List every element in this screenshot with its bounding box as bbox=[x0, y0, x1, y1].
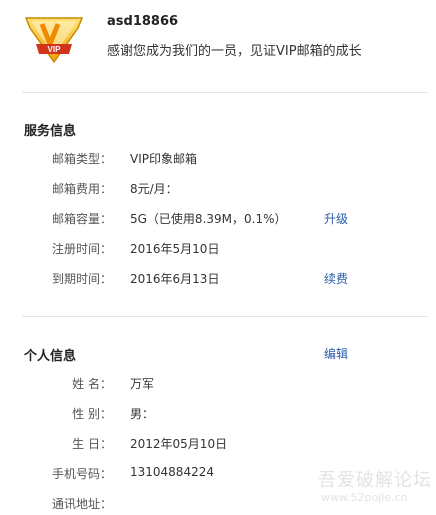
vip-badge-text: VIP bbox=[48, 45, 62, 54]
upgrade-link[interactable]: 升级 bbox=[324, 210, 348, 227]
row-label: 通讯地址： bbox=[51, 497, 112, 511]
personal-info-title: 个人信息 bbox=[24, 349, 77, 364]
row-value: 男： bbox=[130, 407, 155, 421]
row-label: 手机号码： bbox=[51, 467, 112, 481]
service-row-expire-date: 到期时间： 2016年6月13日 续费 bbox=[0, 270, 436, 290]
row-label: 性 别： bbox=[72, 407, 112, 421]
personal-row-birthday: 生 日： 2012年05月10日 bbox=[0, 435, 436, 455]
row-label: 到期时间： bbox=[51, 272, 112, 286]
row-value: 万军 bbox=[130, 377, 155, 391]
welcome-tagline: 感谢您成为我们的一员，见证VIP邮箱的成长 bbox=[107, 44, 362, 59]
row-label: 邮箱类型： bbox=[51, 152, 112, 166]
row-label: 注册时间： bbox=[51, 242, 112, 256]
row-value: 2016年5月10日 bbox=[130, 242, 220, 256]
row-label: 姓 名： bbox=[72, 377, 112, 391]
watermark-url: www.52pojie.cn bbox=[321, 491, 408, 504]
service-row-mailbox-fee: 邮箱费用： 8元/月： bbox=[0, 180, 436, 200]
service-row-mailbox-type: 邮箱类型： VIP印象邮箱 bbox=[0, 150, 436, 170]
row-label: 邮箱容量： bbox=[51, 212, 112, 226]
row-value: 2012年05月10日 bbox=[130, 437, 228, 451]
service-row-mailbox-capacity: 邮箱容量： 5G（已使用8.39M，0.1%） 升级 bbox=[0, 210, 436, 230]
renew-link[interactable]: 续费 bbox=[324, 270, 348, 287]
row-value: 2016年6月13日 bbox=[130, 272, 220, 286]
watermark-title: 吾爱破解论坛 bbox=[318, 470, 432, 491]
row-label: 邮箱费用： bbox=[51, 182, 112, 196]
row-value: 5G（已使用8.39M，0.1%） bbox=[130, 212, 287, 226]
row-value: 8元/月： bbox=[130, 182, 178, 196]
personal-row-name: 姓 名： 万军 bbox=[0, 375, 436, 395]
row-label: 生 日： bbox=[72, 437, 112, 451]
row-value: 13104884224 bbox=[130, 465, 214, 479]
divider bbox=[22, 316, 428, 317]
username: asd18866 bbox=[107, 14, 179, 29]
personal-row-gender: 性 别： 男： bbox=[0, 405, 436, 425]
edit-personal-info-link[interactable]: 编辑 bbox=[324, 345, 348, 362]
service-row-register-date: 注册时间： 2016年5月10日 bbox=[0, 240, 436, 260]
divider bbox=[22, 92, 428, 93]
service-info-title: 服务信息 bbox=[24, 124, 77, 139]
vip-badge-icon: VIP bbox=[22, 8, 86, 64]
row-value: VIP印象邮箱 bbox=[130, 152, 197, 166]
vip-mailbox-account-page: VIP asd18866 感谢您成为我们的一员，见证VIP邮箱的成长 服务信息 … bbox=[0, 0, 436, 514]
